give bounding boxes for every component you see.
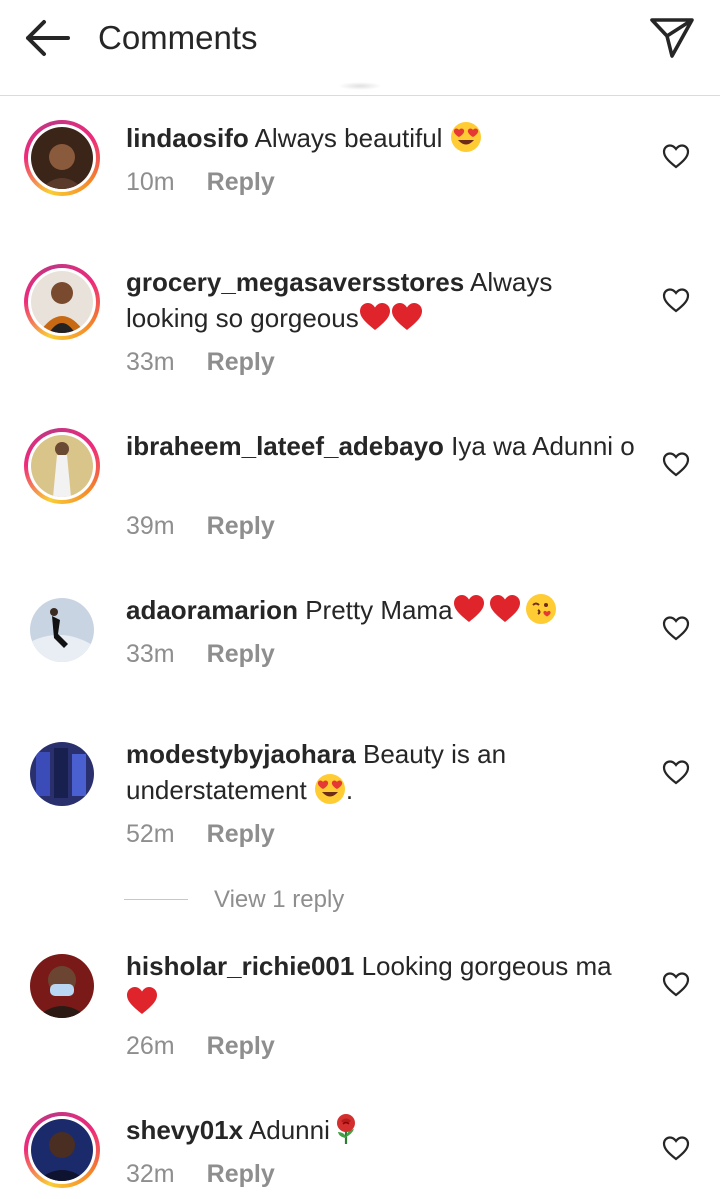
red-heart-emoji-icon: [126, 985, 158, 1017]
paper-plane-icon: [650, 18, 694, 58]
comment-text: hisholar_richie001 Looking gorgeous ma: [126, 948, 636, 1020]
heart-eyes-emoji-icon: [450, 121, 482, 153]
reply-button[interactable]: Reply: [207, 820, 275, 848]
comment-body: Looking gorgeous ma: [361, 951, 612, 981]
avatar[interactable]: [24, 428, 100, 504]
heart-outline-icon[interactable]: [662, 451, 690, 477]
comment-time: 32m: [126, 1160, 175, 1188]
avatar[interactable]: [30, 954, 94, 1018]
comment-username[interactable]: lindaosifo: [126, 123, 249, 153]
comment-text: grocery_megasaversstores Always looking …: [126, 264, 636, 336]
heart-outline-icon[interactable]: [662, 615, 690, 641]
red-heart-emoji-icon: [453, 593, 485, 625]
comment-username[interactable]: adaoramarion: [126, 595, 298, 625]
view-replies-divider: [124, 899, 188, 900]
avatar[interactable]: [24, 1112, 100, 1188]
share-button[interactable]: [646, 12, 698, 64]
heart-outline-icon[interactable]: [662, 143, 690, 169]
comment-text: lindaosifo Always beautiful: [126, 120, 636, 156]
comment-username[interactable]: modestybyjaohara: [126, 739, 356, 769]
comment-body: Adunni: [248, 1115, 330, 1145]
reply-button[interactable]: Reply: [207, 1160, 275, 1188]
comment-text: adaoramarion Pretty Mama: [126, 592, 636, 628]
view-replies-button[interactable]: View 1 reply: [124, 884, 424, 916]
avatar[interactable]: [24, 264, 100, 340]
comment-time: 33m: [126, 348, 175, 376]
comment-time: 39m: [126, 512, 175, 540]
red-heart-emoji-icon: [391, 301, 423, 333]
comment-body: Pretty Mama: [305, 595, 453, 625]
reply-button[interactable]: Reply: [207, 1032, 275, 1060]
avatar[interactable]: [24, 120, 100, 196]
rose-emoji-icon: [330, 1113, 362, 1145]
comment-time: 10m: [126, 168, 175, 196]
heart-eyes-emoji-icon: [314, 773, 346, 805]
comment-username[interactable]: grocery_megasaversstores: [126, 267, 464, 297]
comment-username[interactable]: ibraheem_lateef_adebayo: [126, 431, 444, 461]
heart-outline-icon[interactable]: [662, 759, 690, 785]
heart-outline-icon[interactable]: [662, 971, 690, 997]
comment-text: ibraheem_lateef_adebayo Iya wa Adunni o: [126, 428, 636, 464]
back-button[interactable]: [22, 16, 74, 60]
comment-body-suffix: .: [345, 775, 354, 805]
comment-body: Always beautiful: [254, 123, 443, 153]
comment-text: modestybyjaohara Beauty is an understate…: [126, 736, 636, 808]
comment-body: Iya wa Adunni o: [451, 431, 635, 461]
page-title: Comments: [98, 19, 258, 56]
pull-indicator: [338, 82, 382, 90]
header-bar: Comments: [0, 0, 720, 96]
comment-time: 33m: [126, 640, 175, 668]
arrow-left-icon: [26, 20, 70, 56]
reply-button[interactable]: Reply: [207, 168, 275, 196]
reply-button[interactable]: Reply: [207, 348, 275, 376]
reply-button[interactable]: Reply: [207, 640, 275, 668]
heart-outline-icon[interactable]: [662, 287, 690, 313]
comment-time: 26m: [126, 1032, 175, 1060]
avatar[interactable]: [30, 742, 94, 806]
reply-button[interactable]: Reply: [207, 512, 275, 540]
view-replies-label: View 1 reply: [214, 886, 345, 913]
red-heart-emoji-icon: [359, 301, 391, 333]
kissing-wink-emoji-icon: [525, 593, 557, 625]
comment-time: 52m: [126, 820, 175, 848]
comment-username[interactable]: shevy01x: [126, 1115, 243, 1145]
heart-outline-icon[interactable]: [662, 1135, 690, 1161]
avatar[interactable]: [30, 598, 94, 662]
comment-username[interactable]: hisholar_richie001: [126, 951, 354, 981]
comment-text: shevy01x Adunni: [126, 1112, 636, 1148]
red-heart-emoji-icon: [489, 593, 521, 625]
